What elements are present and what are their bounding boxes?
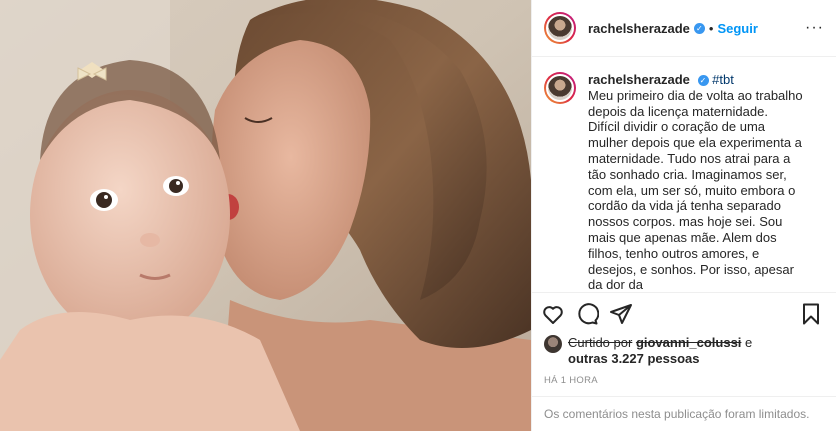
share-icon <box>610 303 632 324</box>
comments-limited-notice: Os comentários nesta publicação foram li… <box>532 396 836 431</box>
action-bar <box>532 292 836 334</box>
comment-button[interactable] <box>574 301 600 327</box>
share-button[interactable] <box>608 301 634 327</box>
likes-text: Curtido por giovanni_colussi e outras 3.… <box>568 335 752 367</box>
post-side-panel: rachelsherazade ✓ • Seguir ··· rachelshe… <box>531 0 836 431</box>
caption-avatar[interactable] <box>544 72 576 104</box>
caption-username[interactable]: rachelsherazade <box>588 72 690 87</box>
liker-username[interactable]: giovanni_colussi <box>636 335 741 350</box>
author-avatar[interactable] <box>544 12 576 44</box>
more-options-icon[interactable]: ··· <box>805 19 824 37</box>
follow-button[interactable]: Seguir <box>717 21 757 36</box>
likes-count-link[interactable]: outras 3.227 pessoas <box>568 351 700 366</box>
caption-body: Meu primeiro dia de volta ao trabalho de… <box>588 87 803 290</box>
verified-badge-icon: ✓ <box>697 75 709 87</box>
photo-mother-kissing-baby <box>0 0 531 431</box>
liker-avatar[interactable] <box>544 335 562 353</box>
separator-dot: • <box>708 20 714 36</box>
likes-summary: Curtido por giovanni_colussi e outras 3.… <box>544 335 824 367</box>
bookmark-icon <box>803 303 819 324</box>
post-header: rachelsherazade ✓ • Seguir ··· <box>532 0 836 57</box>
hashtag-link[interactable]: #tbt <box>712 72 734 87</box>
save-button[interactable] <box>798 301 824 327</box>
caption: rachelsherazade ✓ #tbt Meu primeiro dia … <box>544 72 824 290</box>
caption-text-block: rachelsherazade ✓ #tbt Meu primeiro dia … <box>588 72 803 290</box>
instagram-post: rachelsherazade ✓ • Seguir ··· rachelshe… <box>0 0 836 431</box>
like-button[interactable] <box>540 301 566 327</box>
verified-badge-icon: ✓ <box>693 22 705 34</box>
post-timestamp[interactable]: HÁ 1 HORA <box>544 375 598 386</box>
comments-section[interactable]: rachelsherazade ✓ #tbt Meu primeiro dia … <box>532 58 836 290</box>
likes-prefix: Curtido por <box>568 335 633 350</box>
likes-conjunction: e <box>745 335 753 350</box>
author-username[interactable]: rachelsherazade <box>588 21 690 36</box>
heart-icon <box>543 305 563 324</box>
post-photo[interactable] <box>0 0 531 431</box>
comment-icon <box>578 302 599 324</box>
